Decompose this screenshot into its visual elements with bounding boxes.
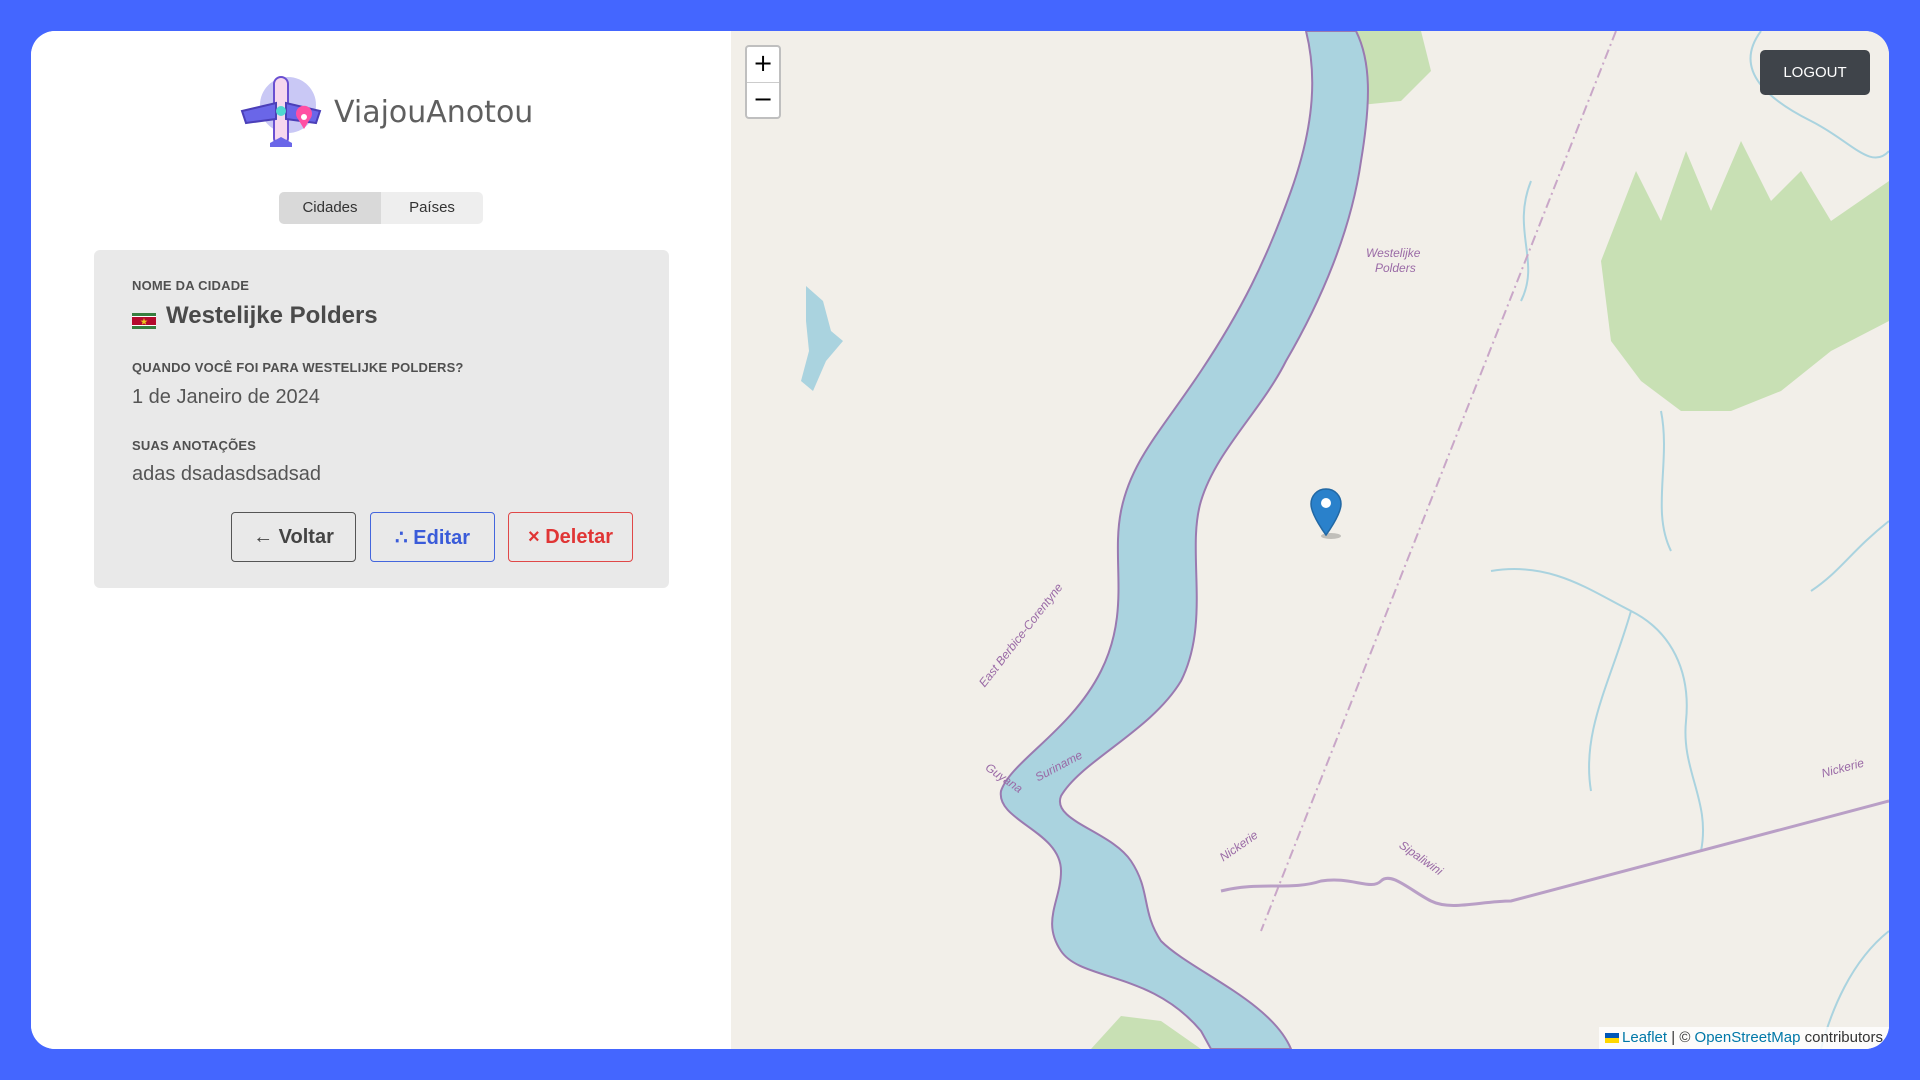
admin-boundary <box>1220 799 1889 907</box>
attribution-separator: | © <box>1671 1029 1691 1046</box>
city-name-label: NOME DA CIDADE <box>132 278 250 293</box>
map-label-polders-2: Polders <box>1375 261 1416 275</box>
zoom-out-button[interactable]: − <box>747 83 779 118</box>
forest-area-south <box>1091 1016 1201 1049</box>
app-window: ViajouAnotou Cidades Países NOME DA CIDA… <box>31 31 1889 1049</box>
zoom-in-button[interactable]: + <box>747 47 779 83</box>
leaflet-link[interactable]: Leaflet <box>1622 1029 1667 1046</box>
city-details-card: NOME DA CIDADE Westelijke Polders QUANDO… <box>94 250 669 588</box>
notes-value: adas dsadasdsadsad <box>132 463 322 485</box>
back-button[interactable]: ← Voltar <box>231 512 356 562</box>
ukraine-flag-icon <box>1605 1033 1620 1044</box>
tab-paises[interactable]: Países <box>381 192 483 224</box>
forest-area <box>1601 141 1889 411</box>
lake <box>801 286 843 391</box>
suriname-flag-icon <box>132 308 156 329</box>
delete-button[interactable]: × Deletar <box>508 512 633 562</box>
visit-date-value: 1 de Janeiro de 2024 <box>132 386 320 408</box>
river-corentyne <box>999 31 1369 1049</box>
city-name: Westelijke Polders <box>132 302 378 330</box>
map-attribution: Leaflet | © OpenStreetMap contributors <box>1599 1027 1889 1049</box>
sidebar: ViajouAnotou Cidades Países NOME DA CIDA… <box>31 31 731 1049</box>
osm-link[interactable]: OpenStreetMap <box>1695 1029 1801 1046</box>
map-label-polders-1: Westelijke <box>1366 246 1421 260</box>
map-view[interactable]: Westelijke Polders East Berbice-Corentyn… <box>731 31 1889 1049</box>
airplane-icon <box>240 76 322 147</box>
brand-name: ViajouAnotou <box>334 94 534 130</box>
attribution-contributors: contributors <box>1804 1029 1883 1046</box>
notes-label: SUAS ANOTAÇÕES <box>132 438 257 453</box>
city-name-text: Westelijke Polders <box>166 302 378 329</box>
edit-button[interactable]: ∴ Editar <box>370 512 495 562</box>
visit-date-label: QUANDO VOCÊ FOI PARA WESTELIJKE POLDERS? <box>132 360 464 375</box>
brand-logo: ViajouAnotou <box>236 67 533 157</box>
zoom-control: + − <box>745 45 781 119</box>
map-marker-icon[interactable] <box>1309 487 1343 539</box>
map-tiles <box>801 31 1889 1049</box>
view-toggle: Cidades Países <box>279 192 483 224</box>
logout-button[interactable]: LOGOUT <box>1760 50 1870 95</box>
tab-cidades[interactable]: Cidades <box>279 192 381 224</box>
